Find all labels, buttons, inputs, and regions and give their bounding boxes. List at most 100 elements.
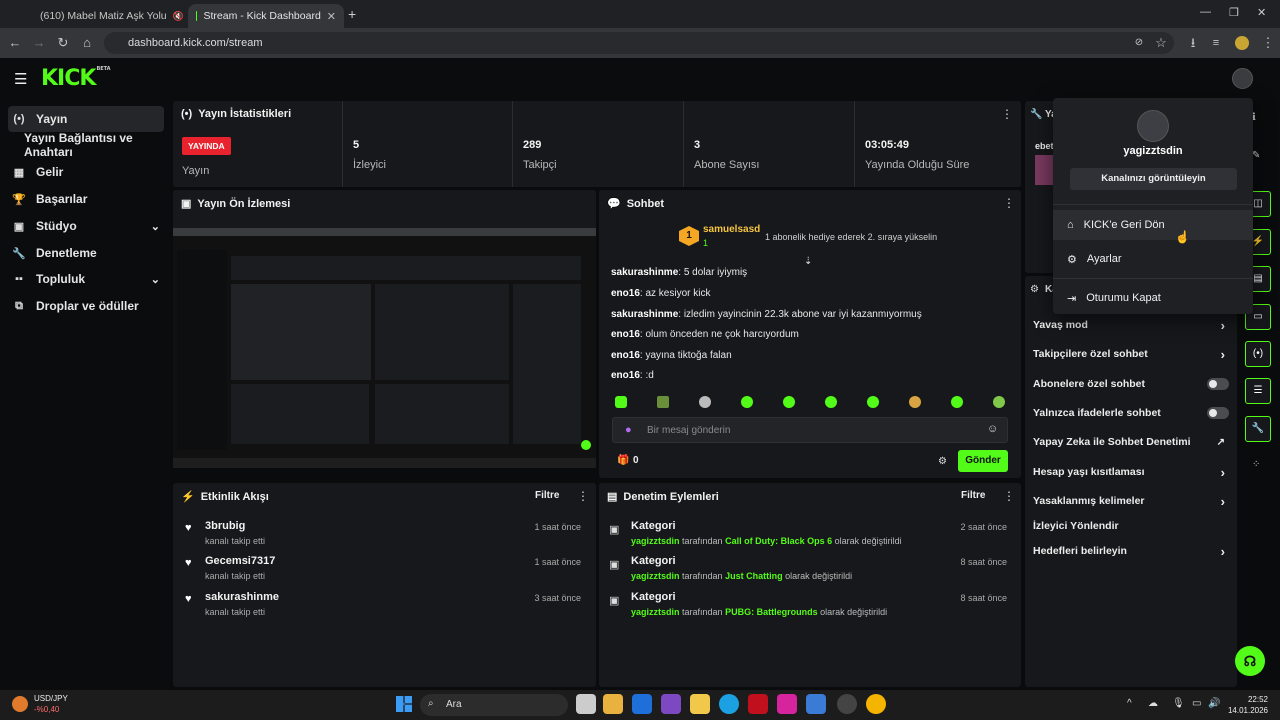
edge-icon[interactable]: [719, 694, 739, 714]
hamburger-menu-icon[interactable]: ☰: [14, 70, 27, 88]
view-channel-button[interactable]: Kanalınızı görüntüleyin: [1070, 168, 1237, 190]
file-explorer-icon[interactable]: [690, 694, 710, 714]
sidebar-item-basarilar[interactable]: 🏆 Başarılar: [8, 186, 164, 212]
clock-time[interactable]: 22:52: [1220, 695, 1268, 704]
emote-icon[interactable]: [657, 396, 669, 408]
maximize-icon[interactable]: ❐: [1229, 6, 1239, 19]
sidebar-item-yayin[interactable]: (•) Yayın: [8, 106, 164, 132]
setting-slow-mode[interactable]: Yavaş mod ›: [1033, 313, 1229, 337]
filter-button[interactable]: Filtre: [961, 490, 985, 501]
taskbar-search[interactable]: ⌕ Ara: [420, 694, 568, 716]
store-icon[interactable]: [603, 694, 623, 714]
sidebar-item-denetleme[interactable]: 🔧 Denetleme: [8, 240, 164, 266]
emoji-picker-icon[interactable]: ☺: [987, 423, 998, 435]
emote-icon[interactable]: [951, 396, 963, 408]
help-chat-icon[interactable]: ☊: [1235, 646, 1265, 676]
instagram-icon[interactable]: [777, 694, 797, 714]
toggle-switch[interactable]: [1207, 407, 1229, 419]
browser-tab-kick[interactable]: Stream - Kick Dashboard ✕: [188, 4, 344, 28]
setting-banned-words[interactable]: Yasaklanmış kelimeler ›: [1033, 489, 1229, 513]
tray-chevron-icon[interactable]: ^: [1127, 698, 1132, 709]
logout-item[interactable]: ⇥ Oturumu Kapat: [1053, 283, 1253, 313]
volume-icon[interactable]: 🔊: [1208, 698, 1220, 709]
outlook-icon[interactable]: [632, 694, 652, 714]
emote-icon[interactable]: [783, 396, 795, 408]
windows-start-icon[interactable]: [396, 696, 412, 712]
category-thumbnail[interactable]: [1035, 155, 1053, 185]
apps-icon[interactable]: ⁘: [1252, 459, 1260, 470]
microphone-icon[interactable]: ●: [625, 424, 632, 436]
reload-icon[interactable]: ↻: [54, 34, 72, 52]
send-button[interactable]: Gönder: [958, 450, 1008, 472]
sidebar-item-topluluk[interactable]: ▪▪ Topluluk ⌄: [8, 266, 164, 292]
gift-icon[interactable]: 🎁: [617, 455, 629, 466]
close-tab-icon[interactable]: ✕: [327, 10, 336, 23]
event-username[interactable]: 3brubig: [205, 520, 245, 532]
sidebar-item-studyo[interactable]: ▣ Stüdyo ⌄: [8, 213, 164, 239]
sidebar-item-stream-key[interactable]: Yayın Bağlantısı ve Anahtarı: [20, 131, 170, 159]
chrome-icon[interactable]: [866, 694, 886, 714]
setting-subscribers-only[interactable]: Abonelere özel sohbet: [1033, 372, 1229, 396]
address-bar[interactable]: dashboard.kick.com/stream: [104, 32, 1174, 54]
kebab-menu-icon[interactable]: ⋮: [1003, 489, 1015, 503]
setting-account-age[interactable]: Hesap yaşı kısıtlaması ›: [1033, 460, 1229, 484]
close-window-icon[interactable]: ✕: [1257, 6, 1266, 19]
rail-button-broadcast[interactable]: (•): [1245, 341, 1271, 367]
clock-date[interactable]: 14.01.2026: [1220, 706, 1268, 715]
chat-input[interactable]: ● Bir mesaj gönderin ☺: [612, 417, 1008, 443]
kebab-menu-icon[interactable]: ⋮: [577, 489, 589, 503]
cloud-icon[interactable]: ☁: [1148, 698, 1158, 709]
forward-icon[interactable]: →: [30, 34, 48, 52]
user-avatar[interactable]: [1232, 68, 1253, 89]
emote-icon[interactable]: [993, 396, 1005, 408]
toggle-switch[interactable]: [1207, 378, 1229, 390]
event-username[interactable]: Gecemsi7317: [205, 555, 275, 567]
reading-list-icon[interactable]: ≡: [1207, 34, 1225, 52]
app-icon[interactable]: [661, 694, 681, 714]
eye-off-icon[interactable]: ⊘: [1130, 34, 1148, 52]
kebab-menu-icon[interactable]: ⋮: [1003, 196, 1015, 210]
mute-icon[interactable]: 🔇: [173, 11, 184, 22]
sidebar-item-gelir[interactable]: ▦ Gelir: [8, 159, 164, 185]
download-icon[interactable]: ⭳: [1184, 34, 1202, 52]
emote-icon[interactable]: [825, 396, 837, 408]
setting-ai-moderation[interactable]: Yapay Zeka ile Sohbet Denetimi ↗: [1033, 430, 1229, 454]
preview-video[interactable]: [173, 228, 596, 468]
settings-item[interactable]: ⚙ Ayarlar: [1053, 244, 1253, 274]
weather-widget-icon[interactable]: [12, 696, 28, 712]
new-tab-icon[interactable]: +: [348, 6, 356, 22]
setting-raid[interactable]: İzleyici Yönlendir: [1033, 514, 1229, 538]
scroll-down-icon[interactable]: ⇣: [804, 256, 812, 267]
network-icon[interactable]: ▭: [1192, 698, 1201, 709]
browser-menu-icon[interactable]: ⋮: [1259, 34, 1277, 52]
bookmark-star-icon[interactable]: ☆: [1152, 34, 1170, 52]
app-icon[interactable]: [806, 694, 826, 714]
event-username[interactable]: sakurashinme: [205, 591, 279, 603]
task-view-icon[interactable]: [576, 694, 596, 714]
emote-icon[interactable]: [909, 396, 921, 408]
pinned-username[interactable]: samuelsasd: [703, 224, 760, 235]
minimize-icon[interactable]: —: [1200, 6, 1211, 18]
emote-icon[interactable]: [741, 396, 753, 408]
setting-emotes-only[interactable]: Yalnızca ifadelerle sohbet: [1033, 401, 1229, 425]
emote-icon[interactable]: [699, 396, 711, 408]
setting-followers-only[interactable]: Takipçilere özel sohbet ›: [1033, 342, 1229, 366]
app-icon[interactable]: [837, 694, 857, 714]
sidebar-item-droplar[interactable]: ⧉ Droplar ve ödüller: [8, 293, 164, 319]
back-to-kick-item[interactable]: ⌂ KICK'e Geri Dön: [1053, 210, 1253, 240]
rail-button-list[interactable]: ☰: [1245, 378, 1271, 404]
emote-icon[interactable]: [615, 396, 627, 408]
emote-icon[interactable]: [867, 396, 879, 408]
back-icon[interactable]: ←: [6, 34, 24, 52]
rail-button-wrench[interactable]: 🔧: [1245, 416, 1271, 442]
filter-button[interactable]: Filtre: [535, 490, 559, 501]
kick-logo[interactable]: KICKBETA: [41, 66, 111, 91]
home-icon[interactable]: ⌂: [78, 34, 96, 52]
microphone-icon[interactable]: 🎙: [1172, 698, 1185, 709]
netflix-icon[interactable]: [748, 694, 768, 714]
browser-tab-youtube[interactable]: (610) Mabel Matiz Aşk Yolu 🔇 ✕: [26, 4, 184, 28]
chat-settings-icon[interactable]: ⚙: [938, 456, 947, 467]
profile-avatar-icon[interactable]: [1235, 36, 1249, 50]
edit-icon[interactable]: ✎: [1252, 150, 1260, 161]
setting-goals[interactable]: Hedefleri belirleyin ›: [1033, 539, 1229, 563]
